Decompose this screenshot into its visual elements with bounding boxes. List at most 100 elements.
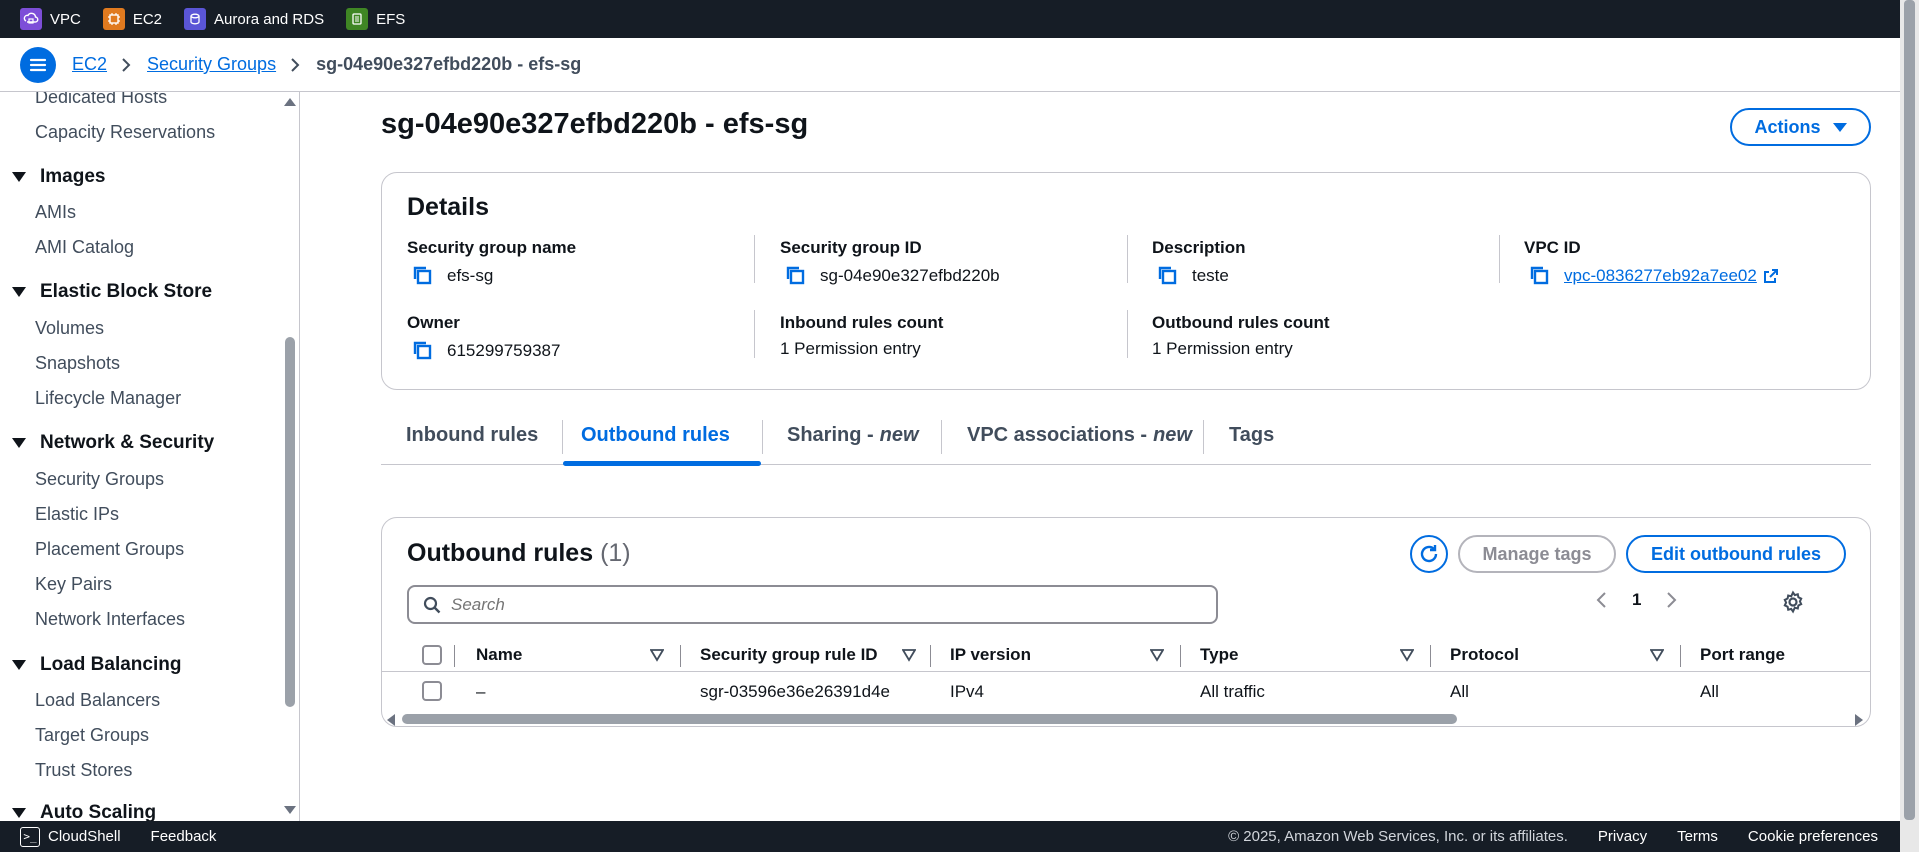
edit-outbound-rules-button[interactable]: Edit outbound rules xyxy=(1626,535,1846,573)
scrollbar-thumb[interactable] xyxy=(1904,0,1915,820)
sidebar-item-network-interfaces[interactable]: Network Interfaces xyxy=(35,609,185,630)
scroll-up-icon[interactable] xyxy=(284,98,296,106)
navigation-menu-button[interactable] xyxy=(20,46,56,83)
column-label: Protocol xyxy=(1450,645,1519,664)
sort-icon[interactable] xyxy=(902,648,916,662)
table-horizontal-scrollbar[interactable] xyxy=(382,710,1870,726)
column-label: IP version xyxy=(950,645,1031,664)
sidebar-item-elastic-ips[interactable]: Elastic IPs xyxy=(35,504,119,525)
row-checkbox[interactable] xyxy=(422,681,442,701)
sidebar-item-load-balancers[interactable]: Load Balancers xyxy=(35,690,160,711)
table-row[interactable]: – sgr-03596e36e26391d4e IPv4 All traffic… xyxy=(382,673,1870,710)
sidebar-section-auto-scaling[interactable]: Auto Scaling xyxy=(12,802,156,821)
gear-icon[interactable] xyxy=(1781,590,1805,614)
select-all-checkbox[interactable] xyxy=(422,645,442,665)
scrollbar-thumb[interactable] xyxy=(285,337,295,707)
scroll-right-icon[interactable] xyxy=(1855,714,1863,726)
feedback-link[interactable]: Feedback xyxy=(151,828,217,845)
privacy-link[interactable]: Privacy xyxy=(1598,828,1647,845)
pagination: 1 xyxy=(1592,588,1681,612)
column-header-type[interactable]: Type xyxy=(1200,638,1238,672)
column-header-name[interactable]: Name xyxy=(476,638,522,672)
external-link-icon[interactable] xyxy=(1763,268,1779,284)
sidebar-item-dedicated-hosts[interactable]: Dedicated Hosts xyxy=(35,92,167,108)
tab-vpc-associations[interactable]: VPC associations - new xyxy=(967,420,1192,465)
tab-inbound-rules[interactable]: Inbound rules xyxy=(406,420,538,465)
sidebar-item-snapshots[interactable]: Snapshots xyxy=(35,353,120,374)
service-aurora-rds[interactable]: Aurora and RDS xyxy=(184,8,324,30)
sidebar-item-placement-groups[interactable]: Placement Groups xyxy=(35,539,184,560)
field-inbound-count: Inbound rules count 1 Permission entry xyxy=(780,313,1130,359)
search-input[interactable] xyxy=(451,594,1151,615)
vpc-id-link[interactable]: vpc-0836277eb92a7ee02 xyxy=(1564,266,1757,286)
cloudshell-button[interactable]: >_ CloudShell xyxy=(20,826,121,847)
tab-tags[interactable]: Tags xyxy=(1229,420,1274,465)
copy-icon[interactable] xyxy=(411,264,435,288)
sort-icon[interactable] xyxy=(1400,648,1414,662)
window-scrollbar[interactable] xyxy=(1900,0,1919,852)
prev-page-icon[interactable] xyxy=(1592,588,1610,612)
sidebar-item-security-groups[interactable]: Security Groups xyxy=(35,469,164,490)
service-efs[interactable]: EFS xyxy=(346,8,405,30)
field-value: 1 Permission entry xyxy=(780,339,921,358)
field-label: Security group ID xyxy=(780,238,922,257)
sidebar-section-load-balancing[interactable]: Load Balancing xyxy=(12,654,181,676)
scroll-down-icon[interactable] xyxy=(284,806,296,814)
breadcrumb-security-groups[interactable]: Security Groups xyxy=(147,54,276,75)
field-vpc-id: VPC ID vpc-0836277eb92a7ee02 xyxy=(1524,238,1874,288)
search-field[interactable] xyxy=(407,585,1218,624)
tab-outbound-rules[interactable]: Outbound rules xyxy=(581,420,730,465)
details-title: Details xyxy=(407,193,489,221)
field-value: sg-04e90e327efbd220b xyxy=(820,266,1000,285)
copy-icon[interactable] xyxy=(1528,264,1552,288)
refresh-button[interactable] xyxy=(1410,535,1448,573)
terminal-icon: >_ xyxy=(20,826,40,847)
caret-down-icon xyxy=(12,172,26,182)
sidebar-item-capacity-reservations[interactable]: Capacity Reservations xyxy=(35,122,215,143)
sidebar-item-ami-catalog[interactable]: AMI Catalog xyxy=(35,237,134,258)
column-label: Security group rule ID xyxy=(700,645,878,664)
column-header-protocol[interactable]: Protocol xyxy=(1450,638,1519,672)
service-ec2[interactable]: EC2 xyxy=(102,8,162,30)
column-header-port-range[interactable]: Port range xyxy=(1700,638,1785,672)
current-page[interactable]: 1 xyxy=(1632,590,1641,610)
sidebar-item-trust-stores[interactable]: Trust Stores xyxy=(35,760,132,781)
sidebar-item-target-groups[interactable]: Target Groups xyxy=(35,725,149,746)
scrollbar-thumb[interactable] xyxy=(402,714,1457,724)
field-label: Inbound rules count xyxy=(780,313,944,332)
terms-link[interactable]: Terms xyxy=(1677,828,1718,845)
table-header: Name Security group rule ID IP version T… xyxy=(382,638,1870,672)
sidebar-section-elastic-block-store[interactable]: Elastic Block Store xyxy=(12,281,212,303)
field-value: efs-sg xyxy=(447,266,494,285)
tab-label: Inbound rules xyxy=(406,424,539,446)
field-label: Description xyxy=(1152,238,1246,257)
sort-icon[interactable] xyxy=(1650,648,1664,662)
sidebar-item-lifecycle-manager[interactable]: Lifecycle Manager xyxy=(35,388,181,409)
cookie-preferences-link[interactable]: Cookie preferences xyxy=(1748,828,1878,845)
sidebar-section-images[interactable]: Images xyxy=(12,166,105,188)
actions-dropdown-button[interactable]: Actions xyxy=(1730,108,1871,146)
tab-sharing[interactable]: Sharing - new xyxy=(787,420,919,465)
column-header-ip-version[interactable]: IP version xyxy=(950,638,1031,672)
sidebar-item-amis[interactable]: AMIs xyxy=(35,202,76,223)
service-vpc[interactable]: VPC xyxy=(20,8,81,30)
sidebar-section-network-security[interactable]: Network & Security xyxy=(12,432,214,454)
search-icon xyxy=(423,596,441,613)
caret-down-icon xyxy=(12,438,26,448)
sort-icon[interactable] xyxy=(1150,648,1164,662)
breadcrumb-ec2[interactable]: EC2 xyxy=(72,54,107,75)
sidebar-item-key-pairs[interactable]: Key Pairs xyxy=(35,574,112,595)
button-label: Edit outbound rules xyxy=(1651,543,1821,564)
column-header-rule-id[interactable]: Security group rule ID xyxy=(700,638,878,672)
copy-icon[interactable] xyxy=(1156,264,1180,288)
copy-icon[interactable] xyxy=(784,264,808,288)
next-page-icon[interactable] xyxy=(1663,588,1681,612)
sidebar-scrollbar[interactable] xyxy=(283,92,297,821)
manage-tags-button[interactable]: Manage tags xyxy=(1458,535,1616,573)
sort-icon[interactable] xyxy=(650,648,664,662)
copy-icon[interactable] xyxy=(411,339,435,363)
sidebar-item-volumes[interactable]: Volumes xyxy=(35,318,104,339)
scroll-left-icon[interactable] xyxy=(387,714,395,726)
column-divider xyxy=(1680,645,1681,667)
cell-protocol: All xyxy=(1450,681,1469,701)
